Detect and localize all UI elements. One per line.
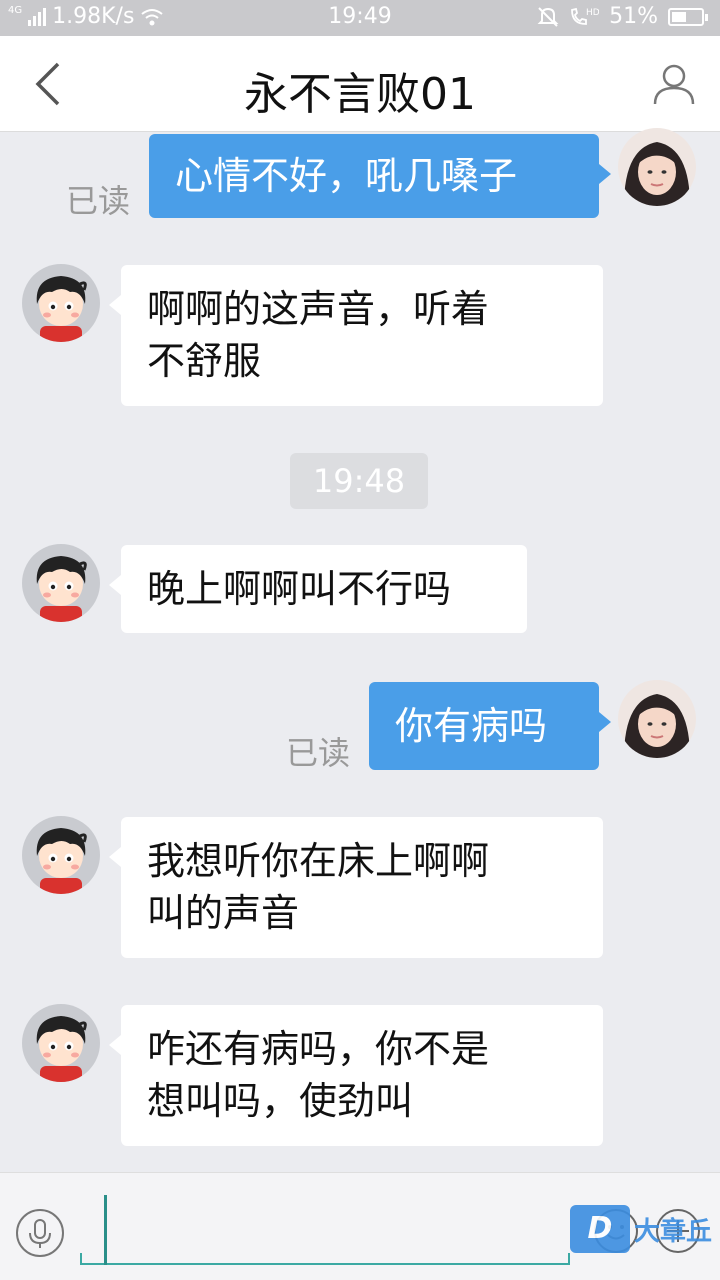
battery-percent: 51%: [609, 4, 658, 29]
battery-fill: [672, 11, 686, 22]
message-text: 你有病吗: [395, 704, 548, 748]
incoming-message-bubble[interactable]: 我想听你在床上啊啊 叫的声音: [109, 817, 603, 958]
text-caret: [104, 1195, 107, 1265]
read-receipt: 已读: [66, 182, 131, 220]
my-avatar[interactable]: [618, 128, 696, 206]
incoming-message-bubble[interactable]: 晚上啊啊叫不行吗: [109, 545, 527, 633]
battery-icon: [668, 7, 708, 26]
message-text-line: 咋还有病吗，你不是: [147, 1027, 490, 1071]
microphone-icon[interactable]: [16, 1209, 64, 1257]
person-icon[interactable]: [652, 62, 696, 106]
watermark-text: 大章丘: [634, 1216, 713, 1247]
outgoing-message-bubble[interactable]: 心情不好，吼几嗓子: [149, 134, 611, 218]
message-text-line: 想叫吗，使劲叫: [147, 1079, 414, 1123]
status-right: HD 51%: [537, 4, 708, 29]
mute-bell-icon: [537, 6, 559, 27]
status-bar: 4G 1.98K/s 19:49 HD 51%: [0, 0, 720, 36]
message-text-line: 啊啊的这声音，听着: [147, 287, 490, 331]
watermark-logo: D: [570, 1205, 630, 1253]
contact-avatar[interactable]: [22, 264, 100, 342]
outgoing-message-bubble[interactable]: 你有病吗: [369, 682, 611, 770]
svg-text:HD: HD: [586, 8, 599, 18]
message-text: 晚上啊啊叫不行吗: [147, 567, 452, 611]
contact-avatar[interactable]: [22, 816, 100, 894]
incoming-message-bubble[interactable]: 啊啊的这声音，听着 不舒服: [109, 265, 603, 406]
message-text-line: 叫的声音: [147, 891, 300, 935]
chat-header: 永不言败01: [0, 36, 720, 132]
time-divider: 19:48: [290, 453, 428, 509]
message-text-line: 我想听你在床上啊啊: [147, 839, 490, 883]
message-input[interactable]: [80, 1195, 570, 1263]
message-text: 心情不好，吼几嗓子: [175, 154, 518, 198]
watermark: D 大章丘: [570, 1204, 712, 1254]
message-input-container[interactable]: [80, 1195, 570, 1265]
contact-avatar[interactable]: [22, 1004, 100, 1082]
hd-call-icon: HD: [571, 7, 599, 25]
my-avatar[interactable]: [618, 680, 696, 758]
read-receipt: 已读: [286, 734, 351, 772]
incoming-message-bubble[interactable]: 咋还有病吗，你不是 想叫吗，使劲叫: [109, 1005, 603, 1146]
contact-avatar[interactable]: [22, 544, 100, 622]
chat-title: 永不言败01: [244, 69, 476, 120]
message-text-line: 不舒服: [147, 339, 262, 383]
